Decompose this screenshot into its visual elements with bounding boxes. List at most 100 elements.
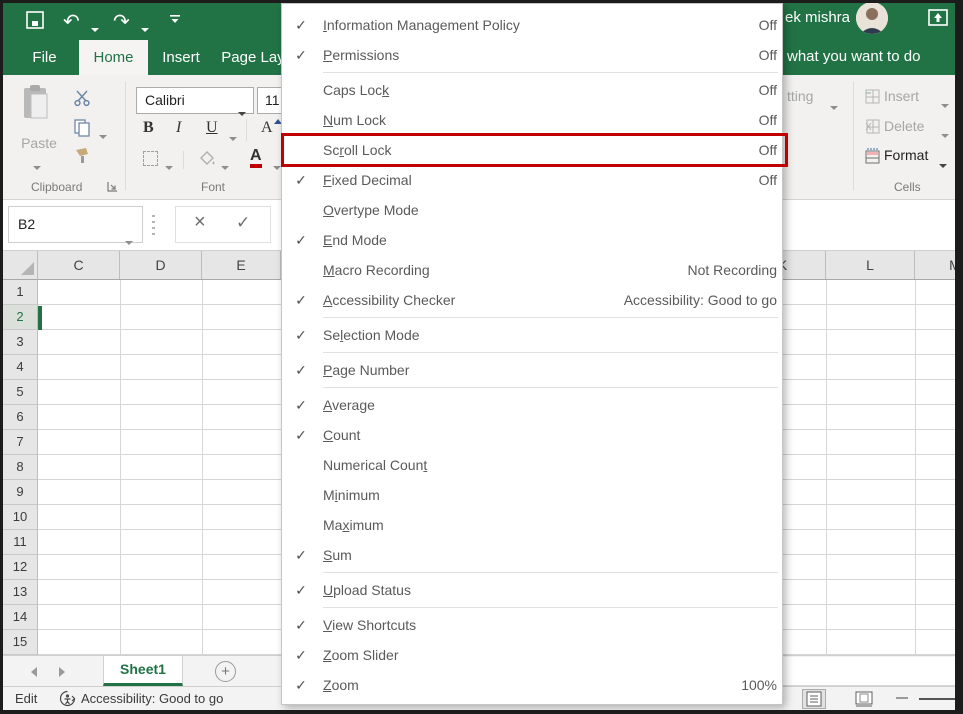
fill-color-dropdown-icon[interactable] [221,157,229,175]
font-color-dropdown-icon[interactable] [273,157,281,175]
row-header-15[interactable]: 15 [3,630,38,655]
copy-dropdown-icon[interactable] [99,126,107,144]
user-name[interactable]: ek mishra [785,9,850,26]
menu-item-zoom[interactable]: ✓Zoom100% [282,670,782,700]
menu-item-view-shortcuts[interactable]: ✓View Shortcuts [282,610,782,640]
font-size-select[interactable]: 11 [257,87,284,114]
column-header-c[interactable]: C [38,251,120,279]
page-layout-view-button[interactable] [853,690,875,708]
font-name-select[interactable]: Calibri [136,87,254,114]
menu-item-permissions[interactable]: ✓PermissionsOff [282,40,782,70]
delete-dropdown-icon[interactable] [941,125,949,143]
row-header-12[interactable]: 12 [3,555,38,580]
menu-item-num-lock[interactable]: Num LockOff [282,105,782,135]
paste-dropdown-icon[interactable] [33,157,41,175]
conditional-formatting-dropdown-icon[interactable] [830,97,838,115]
ribbon-display-options-icon[interactable] [928,9,948,26]
menu-item-upload-status[interactable]: ✓Upload Status [282,575,782,605]
menu-item-value: Off [759,47,782,63]
format-button[interactable]: Format [884,147,928,163]
select-all-corner[interactable] [3,251,38,280]
row-header-13[interactable]: 13 [3,580,38,605]
format-dropdown-icon[interactable] [939,155,947,173]
menu-item-sum[interactable]: ✓Sum [282,540,782,570]
tell-me-search-text[interactable]: what you want to do [787,48,920,65]
format-painter-icon[interactable] [73,147,91,165]
fill-color-icon[interactable] [199,150,216,167]
row-header-4[interactable]: 4 [3,355,38,380]
paste-icon[interactable] [21,85,51,121]
row-header-7[interactable]: 7 [3,430,38,455]
insert-cells-icon[interactable] [865,89,880,104]
formula-bar-grip[interactable] [152,215,155,235]
borders-icon[interactable] [143,151,158,166]
zoom-out-button[interactable] [896,697,908,699]
grid-cells-left[interactable] [38,280,281,655]
menu-item-macro-recording[interactable]: Macro RecordingNot Recording [282,255,782,285]
sheet-nav-next-icon[interactable] [59,667,65,677]
menu-item-scroll-lock[interactable]: Scroll LockOff [282,135,782,165]
row-header-5[interactable]: 5 [3,380,38,405]
row-header-8[interactable]: 8 [3,455,38,480]
menu-item-end-mode[interactable]: ✓End Mode [282,225,782,255]
menu-item-caps-lock[interactable]: Caps LockOff [282,75,782,105]
conditional-formatting-button-partial[interactable]: tting [787,88,813,104]
format-cells-icon[interactable] [865,148,881,164]
delete-button[interactable]: Delete [884,118,924,134]
menu-item-minimum[interactable]: Minimum [282,480,782,510]
underline-dropdown-icon[interactable] [229,128,237,146]
user-avatar[interactable] [856,2,888,34]
customize-quick-access-icon[interactable] [169,13,181,25]
menu-item-overtype-mode[interactable]: Overtype Mode [282,195,782,225]
menu-item-maximum[interactable]: Maximum [282,510,782,540]
menu-item-page-number[interactable]: ✓Page Number [282,355,782,385]
underline-button[interactable]: U [206,119,218,137]
redo-dropdown-icon[interactable] [141,19,149,37]
font-size-value: 11 [265,92,280,108]
menu-item-average[interactable]: ✓Average [282,390,782,420]
copy-icon[interactable] [73,119,91,137]
paste-button[interactable]: Paste [19,135,59,151]
row-header-6[interactable]: 6 [3,405,38,430]
redo-icon[interactable]: ↷ [113,9,130,33]
sheet-tab-sheet1[interactable]: Sheet1 [103,656,183,686]
tab-home[interactable]: Home [79,40,148,75]
row-header-3[interactable]: 3 [3,330,38,355]
row-header-14[interactable]: 14 [3,605,38,630]
undo-dropdown-icon[interactable] [91,19,99,37]
enter-icon[interactable]: ✓ [236,213,250,233]
clipboard-dialog-launcher-icon[interactable] [107,181,118,192]
name-box[interactable]: B2 [8,206,143,243]
sheet-nav-previous-icon[interactable] [31,667,37,677]
borders-dropdown-icon[interactable] [165,157,173,175]
menu-item-zoom-slider[interactable]: ✓Zoom Slider [282,640,782,670]
row-header-9[interactable]: 9 [3,480,38,505]
menu-item-selection-mode[interactable]: ✓Selection Mode [282,320,782,350]
row-header-10[interactable]: 10 [3,505,38,530]
menu-item-fixed-decimal[interactable]: ✓Fixed DecimalOff [282,165,782,195]
font-color-button[interactable]: A [250,147,262,168]
menu-item-information-management-policy[interactable]: ✓Information Management PolicyOff [282,10,782,40]
delete-cells-icon[interactable] [865,119,880,134]
tab-insert[interactable]: Insert [149,40,213,75]
grow-font-button[interactable]: A [261,119,273,137]
cut-icon[interactable] [73,89,91,107]
bold-button[interactable]: B [143,119,154,137]
row-header-11[interactable]: 11 [3,530,38,555]
menu-item-count[interactable]: ✓Count [282,420,782,450]
column-header-l[interactable]: L [826,251,915,279]
row-header-2[interactable]: 2 [3,305,38,330]
tab-file[interactable]: File [11,40,78,75]
insert-dropdown-icon[interactable] [941,95,949,113]
add-sheet-button[interactable]: + [215,661,236,682]
menu-item-numerical-count[interactable]: Numerical Count [282,450,782,480]
cancel-icon[interactable]: × [194,211,206,234]
column-header-e[interactable]: E [202,251,281,279]
insert-button[interactable]: Insert [884,88,919,104]
save-icon[interactable] [25,10,45,30]
row-header-1[interactable]: 1 [3,280,38,305]
normal-view-button[interactable] [803,690,825,708]
italic-button[interactable]: I [176,119,181,137]
undo-icon[interactable]: ↶ [63,9,80,33]
menu-item-accessibility-checker[interactable]: ✓Accessibility CheckerAccessibility: Goo… [282,285,782,315]
